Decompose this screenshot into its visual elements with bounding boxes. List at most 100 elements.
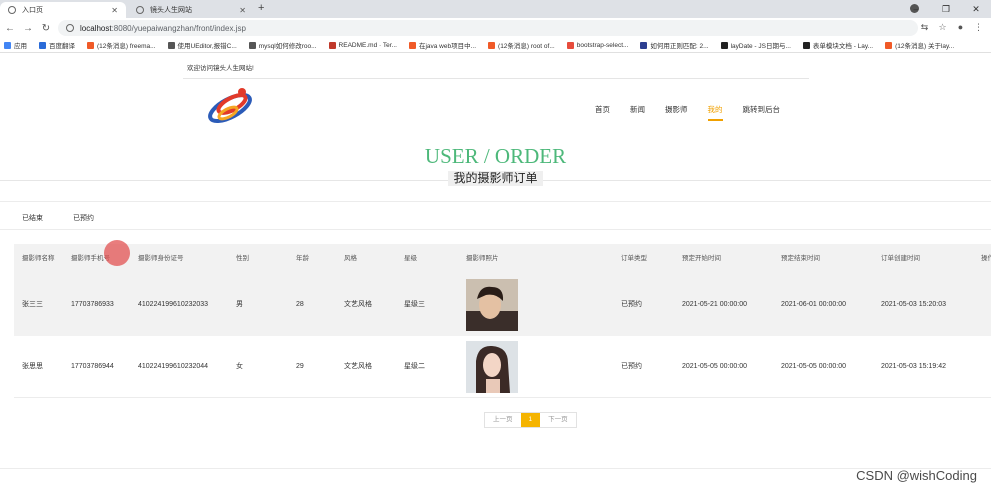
cell-name: 张思思: [22, 362, 43, 370]
bookmark-item[interactable]: bootstrap-select...: [566, 41, 628, 49]
footer-divider: [0, 468, 991, 469]
cell-phone: 17703786944: [71, 362, 114, 370]
cell-order-type: 已预约: [621, 362, 642, 370]
bookmark-item[interactable]: 表单模块文档 - Lay...: [802, 40, 873, 50]
info-icon[interactable]: [66, 24, 74, 32]
back-icon[interactable]: ←: [2, 23, 18, 34]
column-header-name: 摄影师名称: [22, 255, 55, 262]
bookmark-item[interactable]: 如何用正则匹配: 2...: [640, 40, 709, 50]
cell-age: 29: [296, 362, 304, 370]
new-tab-icon[interactable]: +: [258, 2, 264, 14]
filter-tab-ended[interactable]: 已结束: [22, 213, 43, 223]
bookmark-item[interactable]: (12条消息) root of...: [488, 40, 555, 50]
globe-icon: [136, 6, 144, 14]
browser-tabstrip: 入口页 ✕ 镜头人生网站 ✕ + – ❐ ✕: [0, 0, 991, 18]
prev-page-button[interactable]: 上一页: [485, 413, 521, 427]
cursor-highlight: [104, 240, 130, 266]
address-bar[interactable]: localhost:8080/yuepaiwangzhan/front/inde…: [58, 20, 918, 36]
column-header-start-time: 预定开始时间: [682, 255, 721, 262]
star-icon[interactable]: ☆: [938, 22, 947, 32]
cell-start-time: 2021-05-05 00:00:00: [682, 362, 747, 370]
cell-star-level: 星级三: [404, 301, 425, 308]
cell-name: 张三三: [22, 301, 43, 308]
column-header-created-time: 订单创建时间: [881, 255, 920, 262]
cell-photo: [466, 274, 518, 336]
cell-style: 文艺风格: [344, 362, 372, 370]
bookmark-item[interactable]: (12条消息) freema...: [87, 40, 156, 50]
minimize-icon[interactable]: –: [901, 4, 931, 14]
bookmark-label: (12条消息) root of...: [498, 43, 555, 50]
table-row: 张思思 17703786944 410224199610232044 女 29 文艺风格 星…: [14, 336, 991, 398]
bookmark-label: 应用: [14, 43, 27, 50]
reload-icon[interactable]: ↻: [38, 23, 54, 34]
nav-backend[interactable]: 跳转到后台: [743, 104, 781, 121]
welcome-text: 欢迎访问镜头人生网站!: [187, 65, 254, 72]
bookmark-item[interactable]: mysql如何修改roo...: [248, 40, 317, 50]
bookmark-favicon-icon: [488, 41, 496, 49]
browser-toolbar: ← → ↻ localhost:8080/yuepaiwangzhan/fron…: [0, 18, 991, 38]
filter-divider-top: [0, 201, 991, 202]
cell-phone: 17703786933: [71, 301, 114, 308]
filter-divider-bottom: [0, 229, 991, 230]
page-title-en: USER / ORDER: [424, 144, 567, 168]
bookmark-item[interactable]: (12条消息) 关于lay...: [885, 40, 954, 50]
browser-tab[interactable]: 镜头人生网站 ✕: [128, 2, 254, 18]
bookmark-label: 在java web项目中...: [418, 43, 477, 50]
bookmark-favicon-icon: [248, 41, 256, 49]
cell-star-level: 星级二: [404, 362, 425, 370]
window-close-icon[interactable]: ✕: [961, 4, 991, 15]
page-title-cn-wrap: 我的摄影师订单: [0, 171, 991, 186]
next-page-button[interactable]: 下一页: [540, 413, 576, 427]
nav-photographers[interactable]: 摄影师: [665, 104, 688, 121]
restore-icon[interactable]: ❐: [931, 4, 961, 15]
translate-icon[interactable]: ⇆: [920, 22, 929, 32]
bookmarks-bar: 应用 百度翻译 (12条消息) freema... 使用UEditor,报错C... m…: [0, 38, 991, 53]
nav-news[interactable]: 新闻: [630, 104, 645, 121]
bookmark-label: layDate - JS日期与...: [730, 43, 791, 50]
menu-icon[interactable]: ⋮: [974, 22, 983, 32]
bookmark-favicon-icon: [720, 41, 728, 49]
browser-tab-active[interactable]: 入口页 ✕: [0, 2, 126, 18]
nav-home[interactable]: 首页: [595, 104, 610, 121]
window-controls: – ❐ ✕: [901, 0, 991, 18]
nav-mine[interactable]: 我的: [707, 104, 723, 121]
bookmark-favicon-icon: [408, 41, 416, 49]
bookmark-item[interactable]: 百度翻译: [39, 40, 75, 50]
bookmark-favicon-icon: [640, 41, 648, 49]
bookmark-item[interactable]: 使用UEditor,报错C...: [167, 40, 237, 50]
globe-icon: [8, 6, 16, 14]
table-row: 张三三 17703786933 410224199610232033 男 28 文艺风格 星…: [14, 274, 991, 336]
cell-age: 28: [296, 301, 304, 308]
order-filter-tabs: 已结束 已预约: [22, 213, 124, 223]
close-icon[interactable]: ✕: [239, 6, 246, 15]
photographer-photo: [466, 340, 518, 393]
filter-tab-booked[interactable]: 已预约: [73, 213, 94, 223]
bookmark-favicon-icon: [167, 41, 175, 49]
profile-icon[interactable]: ●: [956, 22, 965, 32]
cell-photo: [466, 336, 518, 397]
cell-created-time: 2021-05-03 15:19:42: [881, 362, 946, 370]
tab-title: 镜头人生网站: [150, 7, 192, 14]
cell-order-type: 已预约: [621, 301, 642, 308]
bookmark-label: (12条消息) 关于lay...: [895, 43, 955, 50]
bookmark-item[interactable]: 在java web项目中...: [408, 40, 477, 50]
forward-icon[interactable]: →: [20, 23, 36, 34]
site-logo[interactable]: [205, 86, 255, 126]
current-page-button[interactable]: 1: [520, 413, 541, 427]
close-icon[interactable]: ✕: [111, 6, 118, 15]
bookmark-favicon-icon: [87, 41, 94, 49]
bookmark-label: README.md · Ter...: [338, 41, 397, 49]
bookmark-item[interactable]: 应用: [4, 40, 27, 50]
bookmark-label: mysql如何修改roo...: [258, 43, 317, 50]
bookmark-favicon-icon: [39, 41, 46, 49]
cell-style: 文艺风格: [344, 301, 372, 308]
pagination: 上一页 1 下一页: [484, 412, 577, 428]
watermark: CSDN @wishCoding: [856, 468, 977, 483]
tab-title: 入口页: [22, 7, 43, 14]
cell-end-time: 2021-06-01 00:00:00: [781, 301, 846, 308]
cell-gender: 女: [236, 362, 243, 370]
toolbar-actions: ⇆ ☆ ● ⋮: [920, 22, 983, 32]
column-header-actions: 操作: [981, 255, 991, 262]
bookmark-item[interactable]: layDate - JS日期与...: [720, 40, 791, 50]
bookmark-item[interactable]: README.md · Ter...: [328, 41, 397, 49]
